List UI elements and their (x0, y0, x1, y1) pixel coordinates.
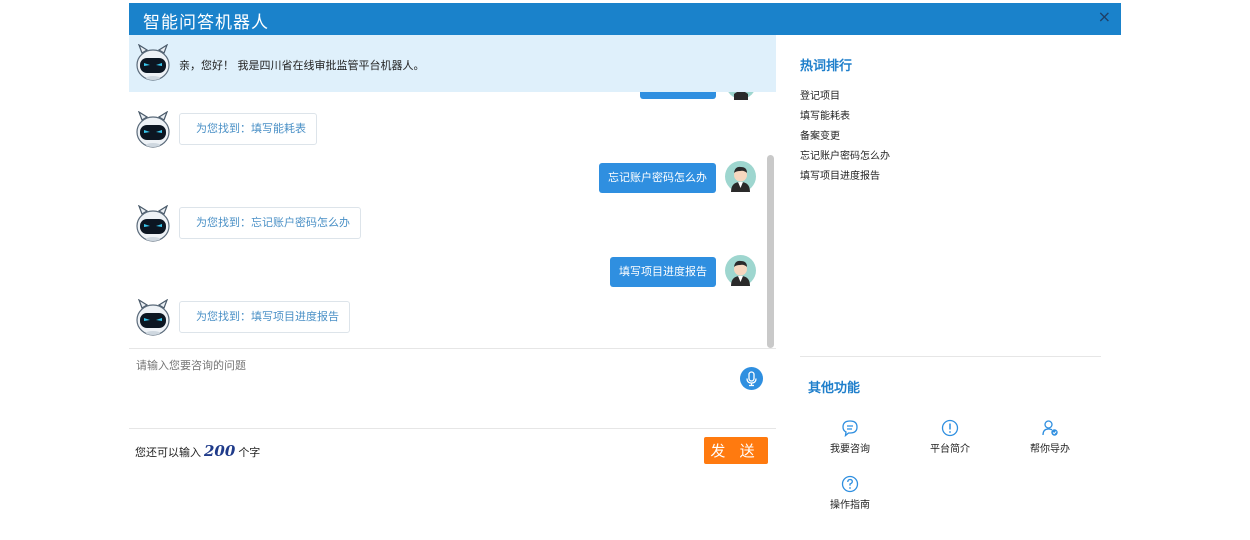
sidebar: 热词排行 登记项目 填写能耗表 备案变更 忘记账户密码怎么办 填写项目进度报告 … (776, 35, 1121, 540)
robot-avatar-icon (135, 204, 171, 247)
operation-guide-button[interactable]: 操作指南 (815, 475, 885, 511)
user-avatar-icon (725, 255, 756, 290)
hot-word-item[interactable]: 忘记账户密码怎么办 (800, 147, 890, 167)
hot-words-list: 登记项目 填写能耗表 备案变更 忘记账户密码怎么办 填写项目进度报告 (800, 87, 890, 187)
chat-scrollbar-thumb[interactable] (767, 155, 774, 348)
window-title: 智能问答机器人 (143, 13, 269, 33)
send-button[interactable]: 发 送 (704, 437, 768, 464)
robot-avatar-icon (135, 298, 171, 341)
title-bar: 智能问答机器人 × (129, 3, 1121, 35)
bot-message-row: 为您找到：忘记账户密码怎么办 (129, 203, 776, 243)
input-footer: 您还可以输入 200 个字 发 送 (129, 428, 776, 474)
consult-label: 我要咨询 (830, 444, 870, 455)
message-input-area (129, 348, 776, 429)
hot-word-item[interactable]: 填写能耗表 (800, 107, 890, 127)
user-message-row: 填写项目进度报告 (129, 255, 776, 291)
user-message-row: 忘记账户密码怎么办 (129, 161, 776, 197)
bot-message-bubble: 为您找到：填写能耗表 (179, 113, 317, 145)
chat-bubble-icon (842, 420, 858, 437)
greeting-text: 亲，您好！ 我是四川省在线审批监管平台机器人。 (179, 59, 425, 72)
chat-history[interactable]: 亲，您好！ 我是四川省在线审批监管平台机器人。 为您找到：填写能耗表 忘记账户密… (129, 35, 776, 348)
user-message-bubble: 填写项目进度报告 (610, 257, 716, 287)
user-message-bubble: 忘记账户密码怎么办 (599, 163, 716, 193)
consult-button[interactable]: 我要咨询 (815, 419, 885, 455)
sidebar-divider (800, 356, 1101, 357)
chat-window: 智能问答机器人 × 亲，您好！ 我是四川省在线审批监管平台机器人。 为您找到：填… (129, 3, 1121, 540)
user-check-icon (1042, 420, 1058, 436)
counter-suffix: 个字 (238, 446, 261, 459)
close-icon[interactable]: × (1098, 8, 1111, 26)
bot-message-row: 为您找到：填写能耗表 (129, 109, 776, 149)
char-counter: 您还可以输入 200 个字 (135, 442, 260, 460)
bot-message-bubble: 为您找到：填写项目进度报告 (179, 301, 350, 333)
operation-guide-label: 操作指南 (830, 500, 870, 511)
question-input[interactable] (129, 349, 729, 425)
user-avatar-icon (725, 161, 756, 196)
guide-service-button[interactable]: 帮你导办 (1015, 419, 1085, 455)
greeting-banner: 亲，您好！ 我是四川省在线审批监管平台机器人。 (129, 35, 776, 92)
robot-avatar-icon (135, 43, 171, 86)
platform-intro-button[interactable]: 平台简介 (915, 419, 985, 455)
bot-message-row: 为您找到：填写项目进度报告 (129, 297, 776, 337)
question-circle-icon (841, 475, 859, 493)
guide-service-label: 帮你导办 (1030, 444, 1070, 455)
hot-word-item[interactable]: 备案变更 (800, 127, 890, 147)
counter-prefix: 您还可以输入 (135, 446, 201, 459)
counter-value: 200 (204, 442, 236, 460)
microphone-icon[interactable] (740, 367, 763, 390)
info-exclamation-icon (941, 419, 959, 437)
platform-intro-label: 平台简介 (930, 444, 970, 455)
bot-message-bubble: 为您找到：忘记账户密码怎么办 (179, 207, 361, 239)
hot-word-item[interactable]: 填写项目进度报告 (800, 167, 890, 187)
hot-words-title: 热词排行 (800, 59, 853, 74)
other-functions-title: 其他功能 (808, 381, 861, 396)
hot-word-item[interactable]: 登记项目 (800, 87, 890, 107)
robot-avatar-icon (135, 110, 171, 153)
